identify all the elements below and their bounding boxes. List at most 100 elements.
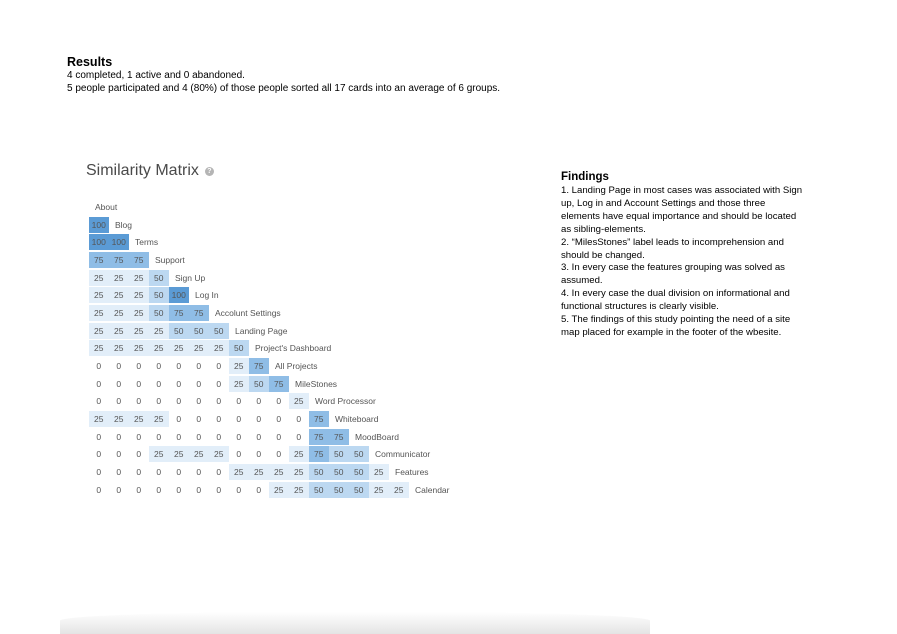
matrix-cell: 50: [149, 269, 169, 286]
matrix-cell: 0: [209, 481, 229, 498]
matrix-cell: 0: [129, 446, 149, 463]
matrix-cell: 0: [109, 464, 129, 481]
matrix-cell: 0: [189, 411, 209, 428]
matrix-cell: 0: [89, 428, 109, 445]
matrix-cell: 50: [149, 287, 169, 304]
matrix-cell: 25: [149, 446, 169, 463]
matrix-cell: 25: [189, 340, 209, 357]
matrix-cell: 50: [309, 464, 329, 481]
matrix-cell: 50: [149, 304, 169, 321]
matrix-row-label: Landing Page: [235, 325, 288, 336]
matrix-row-label: Word Processor: [315, 396, 376, 407]
results-status-line: 4 completed, 1 active and 0 abandoned.: [67, 70, 245, 81]
matrix-cell: 75: [129, 251, 149, 268]
matrix-cell: 25: [129, 287, 149, 304]
matrix-cell: 0: [209, 411, 229, 428]
matrix-row-label: Log In: [195, 290, 219, 301]
findings-section: Findings 1. Landing Page in most cases w…: [561, 171, 806, 340]
matrix-cell: 0: [129, 375, 149, 392]
results-heading: Results: [67, 55, 113, 69]
matrix-cell: 75: [189, 304, 209, 321]
matrix-row-label: Features: [395, 467, 429, 478]
help-icon[interactable]: ?: [204, 166, 214, 176]
similarity-matrix-grid: About 100 Blog 100 100 Terms 75 75 75 Support 25 25…: [89, 198, 450, 499]
matrix-row-label: Calendar: [415, 484, 450, 495]
matrix-cell: 0: [289, 428, 309, 445]
matrix-row: 100 100 Terms: [89, 233, 450, 251]
matrix-row: 0 0 0 0 0 0 0 25 50 75 MileStones: [89, 375, 450, 393]
matrix-cell: 25: [289, 393, 309, 410]
matrix-cell: 0: [89, 481, 109, 498]
matrix-cell: 25: [89, 411, 109, 428]
finding-item: 3. In every case the features grouping w…: [561, 262, 785, 287]
matrix-cell: 0: [189, 428, 209, 445]
matrix-cell: 25: [229, 358, 249, 375]
matrix-cell: 25: [129, 269, 149, 286]
matrix-cell: 0: [89, 393, 109, 410]
similarity-matrix-title: Similarity Matrix ?: [86, 160, 486, 182]
matrix-cell: 0: [189, 481, 209, 498]
matrix-cell: 25: [109, 287, 129, 304]
matrix-cell: 0: [229, 446, 249, 463]
matrix-cell: 0: [249, 411, 269, 428]
similarity-matrix-panel: Similarity Matrix ? About 100 Blog 100 100 Te…: [86, 160, 486, 498]
matrix-row-label: About: [95, 201, 118, 212]
matrix-cell: 25: [169, 446, 189, 463]
matrix-cell: 100: [109, 234, 129, 251]
matrix-cell: 75: [249, 358, 269, 375]
matrix-cell: 25: [369, 481, 389, 498]
matrix-cell: 25: [129, 304, 149, 321]
matrix-cell: 0: [269, 393, 289, 410]
matrix-cell: 0: [169, 411, 189, 428]
matrix-cell: 0: [169, 358, 189, 375]
matrix-row-label: Accolunt Settings: [215, 307, 281, 318]
matrix-cell: 25: [229, 464, 249, 481]
matrix-cell: 25: [209, 340, 229, 357]
matrix-cell: 50: [349, 481, 369, 498]
matrix-cell: 0: [109, 428, 129, 445]
finding-item: 5. The findings of this study pointing t…: [561, 314, 791, 338]
matrix-row: 0 0 0 0 0 0 0 0 0 25 25 50 50 50 25 25 Calendar: [89, 481, 450, 499]
matrix-cell: 0: [169, 428, 189, 445]
matrix-cell: 25: [149, 340, 169, 357]
matrix-row: 25 25 25 25 50 50 50 Landing Page: [89, 322, 450, 340]
matrix-cell: 0: [229, 411, 249, 428]
matrix-row: 0 0 0 0 0 0 0 0 0 0 0 75 75 MoodBoard: [89, 428, 450, 446]
page-bottom-shadow: [60, 612, 650, 634]
matrix-cell: 0: [109, 375, 129, 392]
matrix-cell: 25: [89, 287, 109, 304]
matrix-cell: 0: [129, 481, 149, 498]
matrix-cell: 25: [369, 464, 389, 481]
matrix-row-label: Support: [155, 254, 185, 265]
matrix-cell: 75: [309, 411, 329, 428]
matrix-cell: 50: [229, 340, 249, 357]
matrix-cell: 0: [149, 358, 169, 375]
matrix-cell: 25: [129, 322, 149, 339]
findings-list: 1. Landing Page in most cases was associ…: [561, 185, 806, 340]
matrix-cell: 0: [249, 446, 269, 463]
matrix-row-label: MoodBoard: [355, 431, 399, 442]
matrix-cell: 25: [89, 322, 109, 339]
matrix-cell: 0: [129, 393, 149, 410]
matrix-row-label: Communicator: [375, 449, 431, 460]
matrix-cell: 0: [189, 393, 209, 410]
finding-item: 1. Landing Page in most cases was associ…: [561, 185, 803, 235]
findings-heading: Findings: [561, 171, 609, 183]
matrix-cell: 0: [129, 358, 149, 375]
matrix-cell: 0: [149, 393, 169, 410]
matrix-row: 25 25 25 50 75 75 Accolunt Settings: [89, 304, 450, 322]
finding-item: 2. “MilesStones” label leads to incompre…: [561, 236, 784, 261]
matrix-row-label: Whiteboard: [335, 414, 379, 425]
matrix-cell: 0: [109, 481, 129, 498]
matrix-cell: 0: [189, 358, 209, 375]
matrix-cell: 0: [189, 464, 209, 481]
matrix-row: 25 25 25 25 0 0 0 0 0 0 0 75 Whiteboard: [89, 410, 450, 428]
matrix-cell: 50: [329, 446, 349, 463]
matrix-cell: 25: [149, 322, 169, 339]
matrix-cell: 0: [149, 481, 169, 498]
matrix-cell: 100: [89, 234, 109, 251]
matrix-cell: 0: [149, 375, 169, 392]
matrix-cell: 25: [109, 304, 129, 321]
finding-item: 4. In every case the dual division on in…: [561, 288, 790, 313]
matrix-cell: 25: [89, 269, 109, 286]
